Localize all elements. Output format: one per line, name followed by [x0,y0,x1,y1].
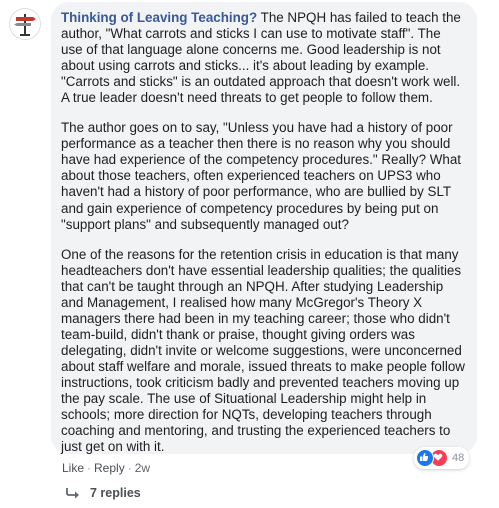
reactions-summary[interactable]: 48 [414,447,470,469]
comment-author-link[interactable]: Thinking of Leaving Teaching? [61,10,257,25]
comment-paragraph-2: The author goes on to say, "Unless you h… [61,120,462,232]
comment-paragraph-1: Thinking of Leaving Teaching? The NPQH h… [61,10,465,106]
signpost-logo-icon [14,14,36,36]
action-separator: · [127,461,132,475]
comment-paragraph-3: One of the reasons for the retention cri… [61,246,465,455]
view-replies-link[interactable]: 7 replies [66,486,141,500]
comment-bubble: Thinking of Leaving Teaching? The NPQH h… [51,2,477,454]
reply-arrow-icon [66,488,79,499]
like-icon [416,449,434,467]
like-button[interactable]: Like [62,461,84,475]
replies-label: 7 replies [90,486,141,500]
avatar[interactable] [9,8,41,40]
comment-timestamp[interactable]: 2w [135,461,150,475]
action-separator: · [87,461,92,475]
reply-button[interactable]: Reply [94,461,125,475]
comment-actions: Like · Reply · 2w [62,460,150,476]
reaction-count: 48 [452,452,465,464]
